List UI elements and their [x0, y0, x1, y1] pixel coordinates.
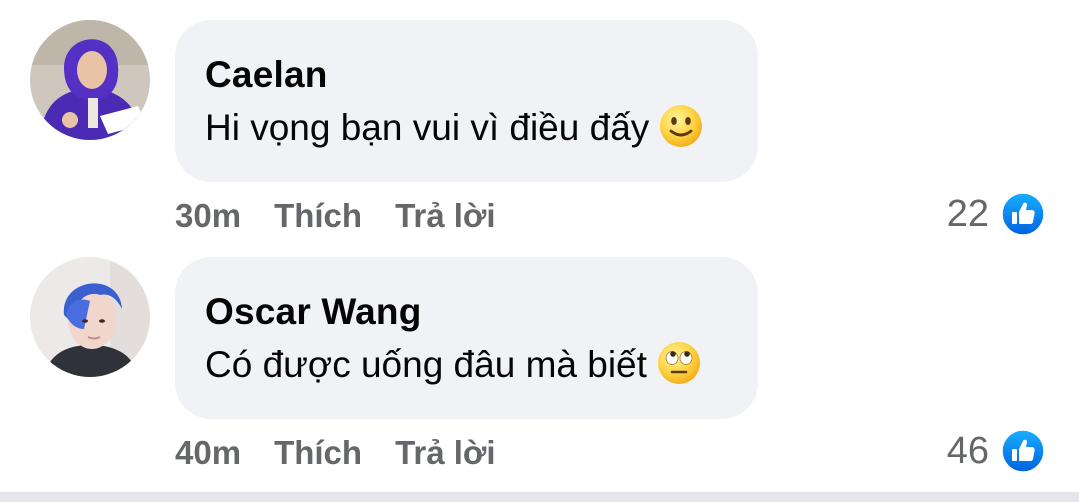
reaction-count: 22	[946, 192, 989, 235]
reply-link[interactable]: Trả lời	[395, 434, 496, 472]
comment-text: Có được uống đâu mà biết	[205, 344, 647, 385]
avatar[interactable]	[30, 257, 150, 377]
reaction-summary[interactable]: 22	[947, 190, 1045, 238]
comment-thread: Caelan Hi vọng bạn vui vì điều đấy 30m T…	[0, 0, 1079, 502]
comment-actions: 30m Thích Trả lời	[175, 194, 496, 238]
reaction-summary[interactable]: 46	[947, 427, 1045, 475]
comment-author[interactable]: Caelan	[205, 54, 328, 96]
like-link[interactable]: Thích	[274, 197, 362, 235]
comment-actions: 40m Thích Trả lời	[175, 431, 496, 475]
thumbs-up-icon	[1001, 192, 1045, 236]
reply-link[interactable]: Trả lời	[395, 197, 496, 235]
comment-text-row: Hi vọng bạn vui vì điều đấy	[205, 104, 703, 149]
comment-text-row: Có được uống đâu mà biết	[205, 341, 701, 386]
comment-timestamp[interactable]: 30m	[175, 197, 241, 235]
avatar[interactable]	[30, 20, 150, 140]
reaction-count: 46	[946, 429, 989, 472]
comment-author[interactable]: Oscar Wang	[205, 291, 422, 333]
comment-bubble: Caelan Hi vọng bạn vui vì điều đấy	[175, 20, 758, 182]
like-link[interactable]: Thích	[274, 434, 362, 472]
comment-text: Hi vọng bạn vui vì điều đấy	[205, 107, 650, 148]
face-with-rolling-eyes-icon	[657, 341, 701, 385]
comment-timestamp[interactable]: 40m	[175, 434, 241, 472]
divider	[0, 492, 1079, 502]
comment-bubble: Oscar Wang Có được uống đâu mà biết	[175, 257, 758, 419]
slightly-smiling-face-icon	[659, 104, 703, 148]
thumbs-up-icon	[1001, 429, 1045, 473]
